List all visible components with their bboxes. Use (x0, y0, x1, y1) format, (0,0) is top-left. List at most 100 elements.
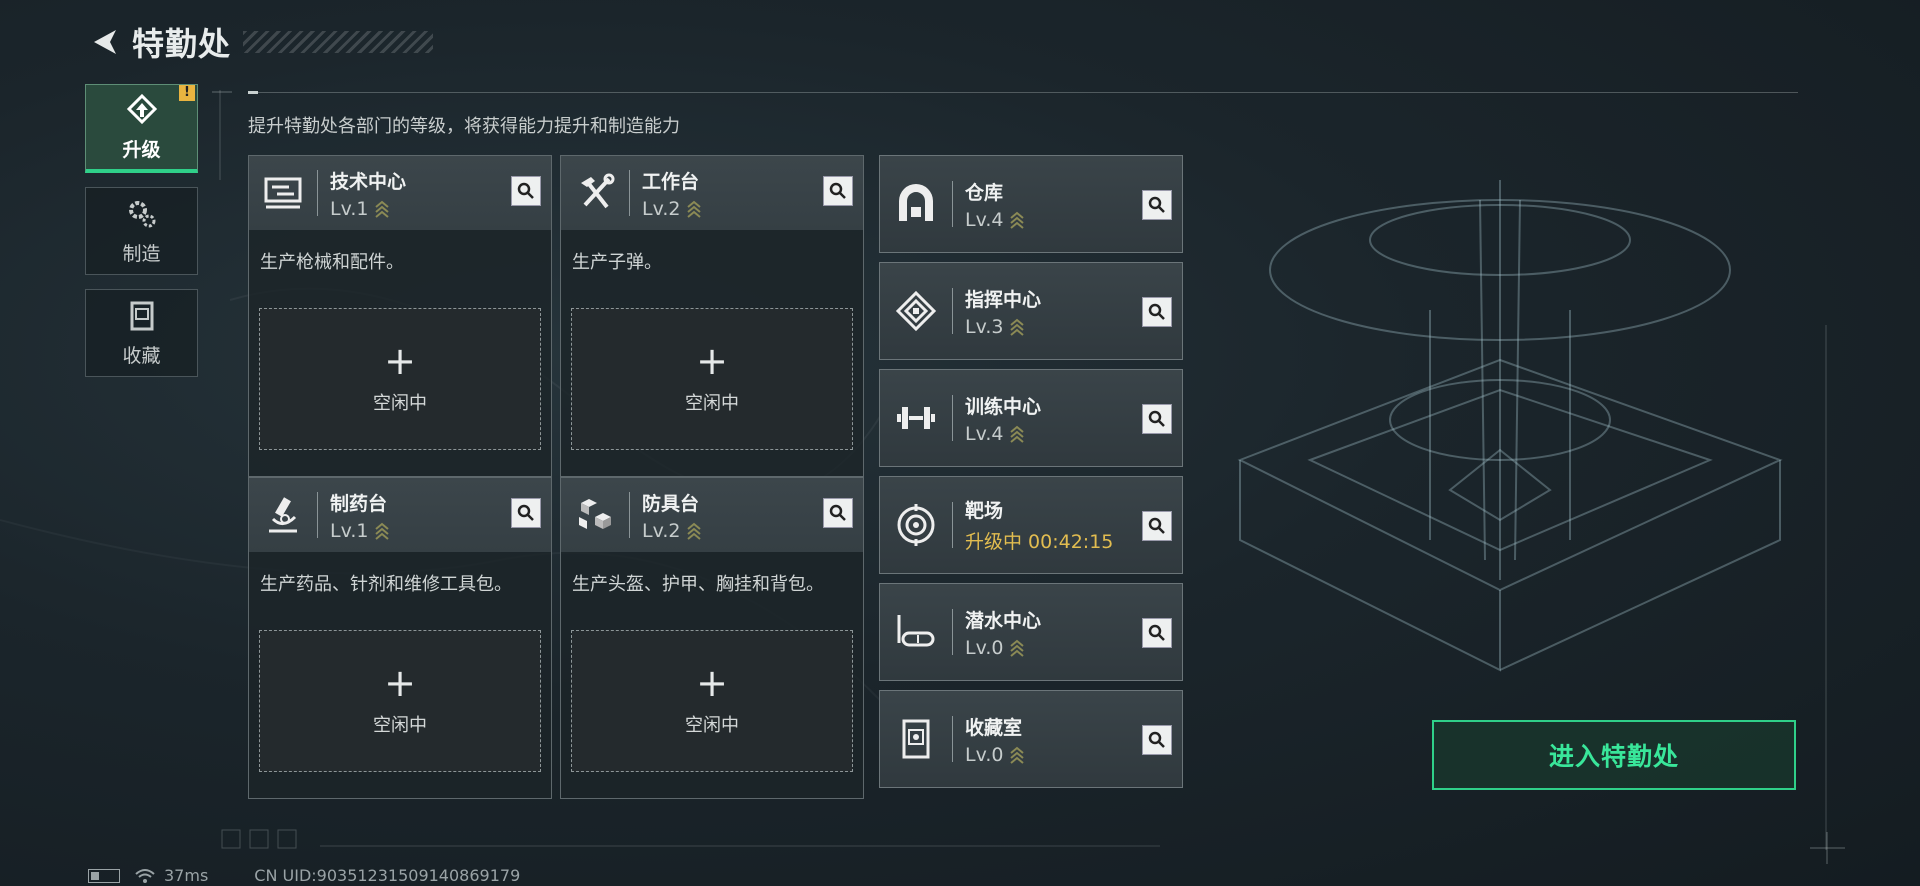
level-up-chevron-icon (1010, 639, 1025, 657)
production-slot[interactable]: + 空闲中 (259, 630, 541, 772)
level-up-chevron-icon (375, 522, 390, 540)
workshop-level: Lv.2 (642, 519, 681, 542)
add-icon: + (696, 661, 728, 705)
command-icon (888, 283, 944, 339)
monitor-icon (257, 167, 309, 219)
search-button[interactable] (1142, 725, 1172, 755)
search-button[interactable] (1142, 618, 1172, 648)
workshop-card-tech-center: 技术中心 Lv.1 生产枪械和配件。 + 空闲中 (248, 155, 552, 477)
collection-room-icon (888, 711, 944, 767)
workshop-name: 工作台 (642, 170, 700, 193)
add-icon: + (696, 339, 728, 383)
enter-button-label: 进入特勤处 (1548, 742, 1679, 771)
tab-craft[interactable]: 制造 (85, 187, 198, 275)
card-header: 工作台 Lv.2 (561, 156, 863, 230)
department-name: 训练中心 (965, 395, 1042, 418)
user-uid: CN UID:9035123150914086917­9 (254, 866, 521, 885)
search-icon (517, 182, 534, 199)
battery-icon (88, 868, 120, 883)
department-level: Lv.4 (965, 208, 1004, 231)
level-up-chevron-icon (1010, 318, 1025, 336)
tab-collection[interactable]: 收藏 (85, 289, 198, 377)
department-training-center[interactable]: 训练中心 Lv.4 (879, 369, 1183, 467)
workshop-card-workbench: 工作台 Lv.2 生产子弹。 + 空闲中 (560, 155, 864, 477)
microscope-icon (257, 489, 309, 541)
department-diving-center[interactable]: 潜水中心 Lv.0 (879, 583, 1183, 681)
divider (248, 91, 1798, 94)
level-up-chevron-icon (1010, 425, 1025, 443)
tab-label: 升级 (122, 138, 161, 161)
department-name: 潜水中心 (965, 609, 1042, 632)
add-icon: + (384, 661, 416, 705)
diving-mask-icon (888, 604, 944, 660)
search-button[interactable] (511, 498, 541, 528)
warehouse-icon (888, 176, 944, 232)
armor-cubes-icon (569, 489, 621, 541)
card-header: 防具台 Lv.2 (561, 478, 863, 552)
level-up-chevron-icon (1010, 211, 1025, 229)
search-button[interactable] (1142, 190, 1172, 220)
workshop-name: 技术中心 (330, 170, 407, 193)
search-button[interactable] (1142, 404, 1172, 434)
search-button[interactable] (511, 176, 541, 206)
add-icon: + (384, 339, 416, 383)
search-icon (829, 504, 846, 521)
slot-status: 空闲中 (685, 393, 739, 414)
production-slot[interactable]: + 空闲中 (571, 308, 853, 450)
search-icon (517, 504, 534, 521)
upgrade-icon (126, 93, 157, 124)
search-button[interactable] (823, 176, 853, 206)
workshop-description: 生产药品、针剂和维修工具包。 (260, 574, 512, 595)
workshop-description: 生产头盔、护甲、胸挂和背包。 (572, 574, 824, 595)
department-command-center[interactable]: 指挥中心 Lv.3 (879, 262, 1183, 360)
card-header: 技术中心 Lv.1 (249, 156, 551, 230)
slot-status: 空闲中 (373, 715, 427, 736)
department-level: Lv.0 (965, 743, 1004, 766)
department-name: 指挥中心 (965, 288, 1042, 311)
workshop-name: 制药台 (330, 492, 388, 515)
tab-label: 制造 (122, 242, 161, 265)
target-icon (888, 497, 944, 553)
collection-icon (130, 301, 153, 330)
dumbbell-icon (888, 390, 944, 446)
department-collection-room[interactable]: 收藏室 Lv.0 (879, 690, 1183, 788)
hammer-wrench-icon (569, 167, 621, 219)
tab-upgrade[interactable]: ! 升级 (85, 84, 198, 173)
level-up-chevron-icon (687, 522, 702, 540)
production-slot[interactable]: + 空闲中 (259, 308, 541, 450)
search-button[interactable] (1142, 297, 1172, 327)
search-icon (1148, 517, 1165, 534)
gears-icon (128, 200, 155, 227)
wifi-icon (135, 868, 155, 883)
status-bar: 37ms CN UID:9035123150914086917­9 (88, 866, 520, 885)
workshop-card-armor: 防具台 Lv.2 生产头盔、护甲、胸挂和背包。 + 空闲中 (560, 477, 864, 799)
alert-badge: ! (179, 85, 195, 101)
upgrade-timer: 升级中 00:42:15 (965, 531, 1114, 553)
card-header: 制药台 Lv.1 (249, 478, 551, 552)
workshop-description: 生产子弹。 (572, 252, 662, 273)
level-up-chevron-icon (375, 200, 390, 218)
production-slot[interactable]: + 空闲中 (571, 630, 853, 772)
base-model-illustration (1237, 180, 1783, 672)
search-icon (1148, 196, 1165, 213)
title-decoration (243, 31, 434, 53)
level-up-chevron-icon (687, 200, 702, 218)
workshop-level: Lv.1 (330, 519, 369, 542)
search-icon (1148, 624, 1165, 641)
slot-status: 空闲中 (685, 715, 739, 736)
sidebar: ! 升级 制造 收藏 (85, 84, 198, 391)
search-button[interactable] (1142, 511, 1172, 541)
header: 特勤处 (88, 20, 434, 64)
subtitle: 提升特勤处各部门的等级，将获得能力提升和制造能力 (248, 116, 680, 137)
tab-label: 收藏 (122, 344, 161, 367)
search-icon (1148, 731, 1165, 748)
ping-value: 37ms (164, 866, 209, 885)
search-icon (829, 182, 846, 199)
department-warehouse[interactable]: 仓库 Lv.4 (879, 155, 1183, 253)
department-shooting-range[interactable]: 靶场 升级中 00:42:15 (879, 476, 1183, 574)
enter-operations-button[interactable]: 进入特勤处 (1432, 720, 1796, 790)
back-button[interactable] (88, 25, 122, 59)
search-button[interactable] (823, 498, 853, 528)
department-name: 仓库 (965, 181, 1004, 204)
workshop-level: Lv.2 (642, 197, 681, 220)
